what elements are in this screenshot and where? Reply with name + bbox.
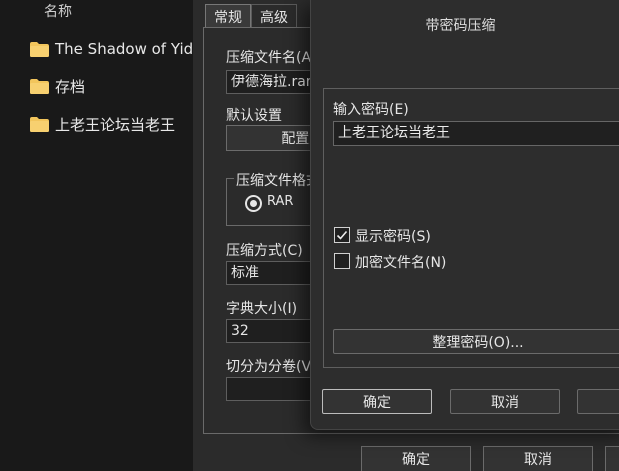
format-rar-label: RAR xyxy=(267,194,294,209)
dialog-title-text: 带密码压缩 xyxy=(425,18,496,34)
file-explorer: 名称 The Shadow of Yidhra 存档 上老王论坛当老王 xyxy=(0,0,218,471)
dialog-title[interactable]: 带密码压缩 xyxy=(311,0,619,50)
screen: 名称 The Shadow of Yidhra 存档 上老王论坛当老王 常规 高… xyxy=(0,0,619,471)
checkmark-icon xyxy=(336,230,348,240)
column-header-name[interactable]: 名称 xyxy=(44,1,72,21)
organize-passwords-button[interactable]: 整理密码(O)... xyxy=(333,329,619,354)
list-item-folder[interactable]: 上老王论坛当老王 xyxy=(30,112,175,136)
archive-ok-button[interactable]: 确定 xyxy=(361,446,471,471)
folder-name: 存档 xyxy=(55,77,86,96)
folder-icon xyxy=(30,116,49,132)
tab-general[interactable]: 常规 xyxy=(205,4,251,28)
tab-strip: 常规 高级 xyxy=(205,4,297,28)
archive-help-button[interactable] xyxy=(605,446,619,471)
list-item-folder[interactable]: 存档 xyxy=(30,74,85,98)
folder-name: 上老王论坛当老王 xyxy=(55,115,176,134)
archive-cancel-button[interactable]: 取消 xyxy=(483,446,593,471)
password-cancel-button[interactable]: 取消 xyxy=(450,389,560,414)
enter-password-label: 输入密码(E) xyxy=(333,102,409,118)
encrypt-filenames-label[interactable]: 加密文件名(N) xyxy=(355,252,446,272)
folder-icon xyxy=(30,78,49,94)
list-item-folder[interactable]: The Shadow of Yidhra xyxy=(30,37,218,61)
password-ok-button[interactable]: 确定 xyxy=(322,389,432,414)
compression-method-label: 压缩方式(C) xyxy=(226,243,303,259)
show-password-label[interactable]: 显示密码(S) xyxy=(355,226,431,246)
tab-advanced[interactable]: 高级 xyxy=(251,4,297,28)
format-rar-radio[interactable] xyxy=(245,195,262,212)
archive-name-label: 压缩文件名(A) xyxy=(226,50,317,66)
encrypt-filenames-checkbox[interactable] xyxy=(334,253,350,269)
show-password-checkbox[interactable] xyxy=(334,227,350,243)
split-volumes-label: 切分为分卷(V) xyxy=(226,359,317,375)
dictionary-size-label: 字典大小(I) xyxy=(226,301,298,317)
default-settings-label: 默认设置 xyxy=(226,108,282,124)
password-help-button[interactable] xyxy=(577,389,619,414)
password-dialog: 带密码压缩 输入密码(E) 上老王论坛当老王 显示密码(S) 加密文件名(N) … xyxy=(310,0,619,430)
archive-format-label: 压缩文件格式 xyxy=(234,170,322,190)
password-input[interactable]: 上老王论坛当老王 xyxy=(333,121,619,146)
folder-icon xyxy=(30,41,49,57)
